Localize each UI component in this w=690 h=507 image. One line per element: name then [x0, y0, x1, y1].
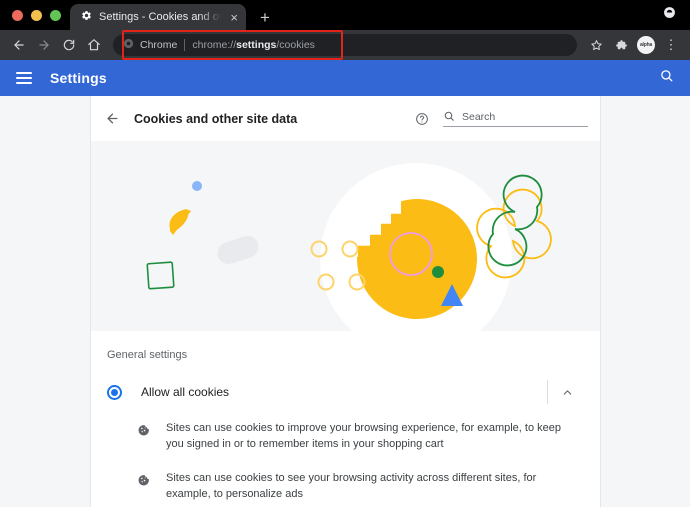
allow-all-cookies-row[interactable]: Allow all cookies: [105, 371, 586, 413]
settings-search-icon[interactable]: [659, 68, 674, 88]
reload-button[interactable]: [58, 34, 80, 56]
search-input[interactable]: Search: [443, 110, 588, 127]
forward-button[interactable]: [33, 34, 55, 56]
account-status-icon[interactable]: [663, 6, 676, 24]
close-window-button[interactable]: [12, 9, 23, 21]
omnibox-wrapper: Chrome chrome://settings/cookies: [113, 30, 577, 60]
profile-avatar[interactable]: alpha: [635, 34, 657, 56]
card-title: Cookies and other site data: [134, 111, 298, 126]
allow-all-cookies-label: Allow all cookies: [141, 385, 230, 399]
back-button[interactable]: [8, 34, 30, 56]
general-settings-section: General settings Allow all cookies Sites…: [91, 331, 600, 503]
cookie-icon: [137, 421, 150, 441]
close-tab-button[interactable]: ×: [228, 11, 238, 24]
browser-window: Settings - Cookies and other s × +: [0, 0, 690, 507]
bookmark-star-icon[interactable]: [585, 34, 607, 56]
search-placeholder: Search: [462, 111, 496, 123]
omnibox-url: chrome://settings/cookies: [192, 39, 315, 51]
extensions-puzzle-icon[interactable]: [610, 34, 632, 56]
chrome-logo-icon: [123, 36, 134, 54]
omnibox-chip: Chrome: [123, 36, 177, 54]
url-bold-segment: settings: [236, 39, 277, 51]
section-label: General settings: [107, 349, 188, 361]
minimize-window-button[interactable]: [31, 9, 42, 21]
card-header: Cookies and other site data Search: [91, 96, 600, 141]
omnibox-divider: [184, 39, 186, 51]
settings-page-body: Cookies and other site data Search Gener…: [0, 96, 690, 507]
settings-top-bar: Settings: [0, 60, 690, 96]
tab-title: Settings - Cookies and other s: [99, 11, 222, 23]
page-left-gutter: [0, 96, 91, 507]
cookie-illustration: [91, 141, 600, 331]
tab-strip-right: [663, 0, 690, 30]
url-prefix: chrome://: [192, 39, 237, 51]
cookie-icon: [137, 471, 150, 491]
avatar-text: alpha: [639, 42, 653, 48]
search-icon: [443, 110, 455, 123]
browser-tab[interactable]: Settings - Cookies and other s ×: [70, 4, 246, 30]
cookie-description-text: Sites can use cookies to improve your br…: [166, 422, 561, 450]
chevron-up-icon[interactable]: [548, 386, 586, 399]
tab-strip: Settings - Cookies and other s × +: [0, 0, 690, 30]
home-button[interactable]: [83, 34, 105, 56]
page-title: Settings: [50, 70, 107, 86]
browser-toolbar: Chrome chrome://settings/cookies alpha ⋮: [0, 30, 690, 60]
url-suffix: /cookies: [276, 39, 315, 51]
gear-icon: [81, 10, 92, 24]
cookie-description-text: Sites can use cookies to see your browsi…: [166, 471, 537, 500]
cookie-description-item: Sites can use cookies to see your browsi…: [105, 453, 586, 503]
window-traffic-lights: [8, 0, 70, 30]
page-right-gutter: [600, 96, 690, 507]
omnibox-chip-label: Chrome: [140, 39, 178, 51]
avatar: alpha: [637, 36, 655, 54]
hamburger-menu-icon[interactable]: [16, 72, 32, 84]
new-tab-button[interactable]: +: [246, 9, 270, 30]
address-bar[interactable]: Chrome chrome://settings/cookies: [113, 34, 577, 56]
back-arrow-icon[interactable]: [105, 111, 120, 126]
help-icon[interactable]: [415, 112, 429, 126]
cookie-description-item: Sites can use cookies to improve your br…: [105, 413, 586, 453]
blue-dot-shape: [192, 181, 202, 191]
allow-all-cookies-radio[interactable]: [107, 384, 122, 400]
settings-card: Cookies and other site data Search Gener…: [91, 96, 600, 507]
maximize-window-button[interactable]: [50, 9, 61, 21]
chrome-menu-button[interactable]: ⋮: [660, 34, 682, 56]
